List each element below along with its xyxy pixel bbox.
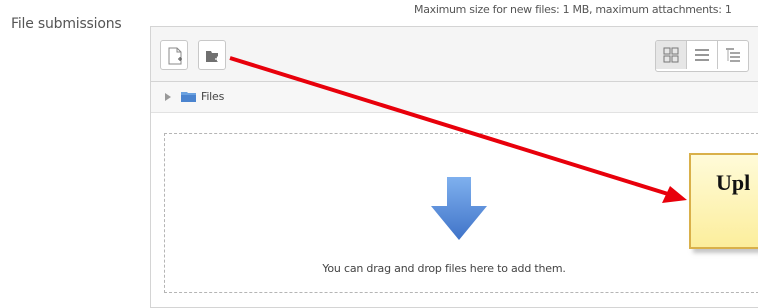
- expand-arrow-icon[interactable]: [164, 92, 172, 102]
- folder-path-label[interactable]: Files: [201, 90, 224, 103]
- drag-drop-instructions: You can drag and drop files here to add …: [322, 262, 566, 275]
- file-manager: Files You can drag and drop files here t…: [150, 26, 758, 308]
- add-file-icon: [168, 47, 182, 65]
- create-folder-button[interactable]: [198, 40, 226, 70]
- download-arrow-icon: [431, 177, 487, 240]
- drag-drop-zone[interactable]: You can drag and drop files here to add …: [164, 133, 758, 293]
- grid-icon: [663, 47, 679, 63]
- file-manager-toolbar: [151, 27, 758, 82]
- view-mode-switcher: [655, 40, 749, 72]
- upload-limits-text: Maximum size for new files: 1 MB, maximu…: [414, 3, 732, 16]
- create-folder-icon: [206, 51, 220, 62]
- callout-text: Upl: [716, 170, 751, 195]
- field-label: File submissions: [11, 16, 122, 32]
- folder-path-bar: Files: [151, 82, 758, 113]
- tree-icon: [726, 48, 740, 62]
- folder-icon: [181, 92, 196, 102]
- tree-view-button[interactable]: [718, 41, 748, 69]
- list-view-button[interactable]: [687, 41, 718, 69]
- upload-callout: Upl: [689, 153, 758, 249]
- add-file-button[interactable]: [160, 40, 188, 70]
- icons-view-button[interactable]: [656, 41, 687, 69]
- list-icon: [695, 49, 709, 61]
